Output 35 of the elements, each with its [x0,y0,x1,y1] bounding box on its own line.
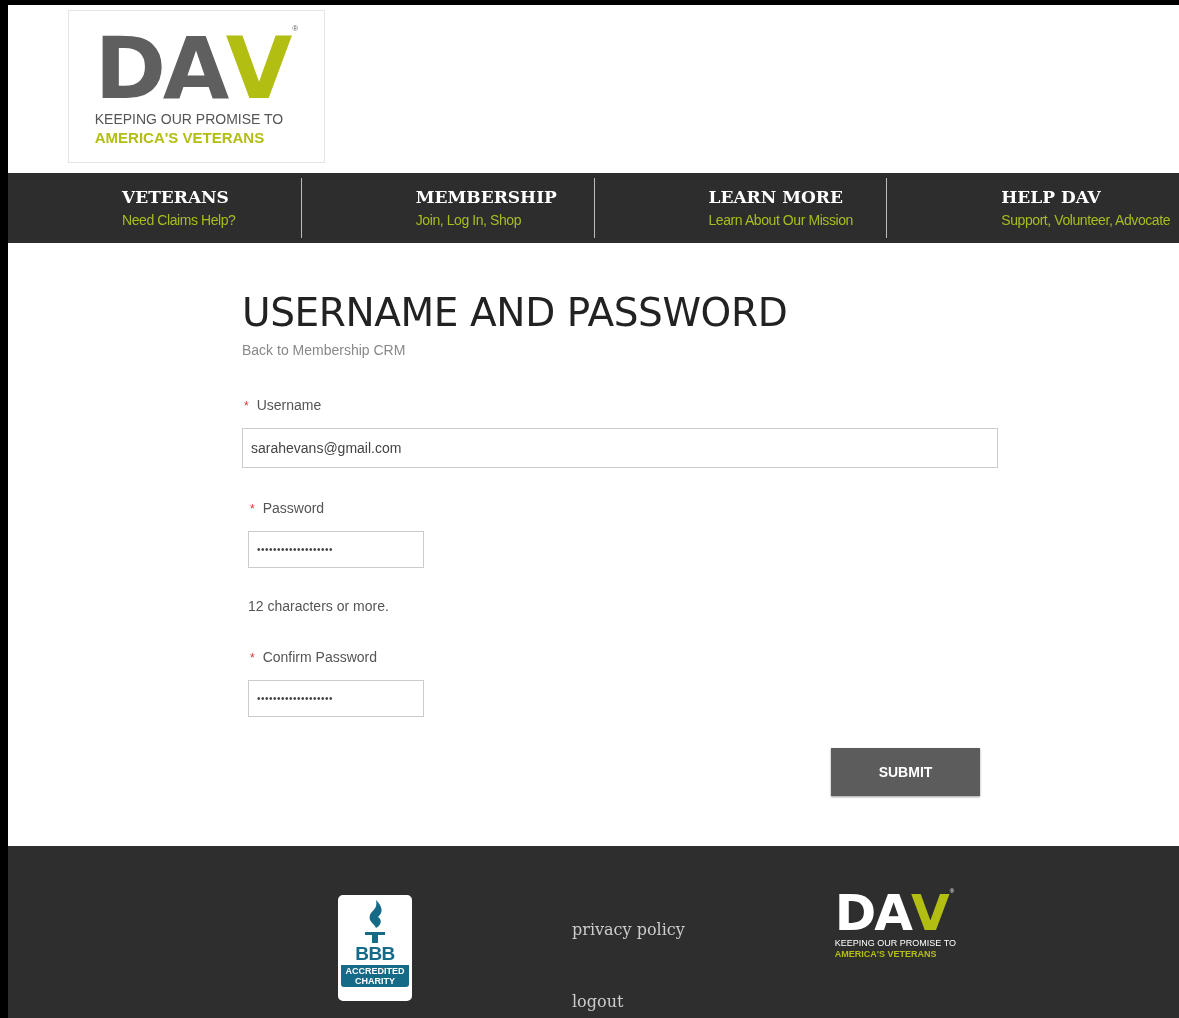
logo-tagline: KEEPING OUR PROMISE TO [834,938,956,950]
field-label: Password [262,499,325,518]
footer-link[interactable]: logout [572,990,685,1014]
required-mark: * [250,500,255,518]
bbb-letters: BBB [355,944,395,963]
flame-icon [362,898,388,944]
username-field[interactable]: sarahevans@gmail.com [242,428,998,468]
nav-title[interactable]: VETERANS [122,184,301,211]
accredited-label: ACCREDITED CHARITY [341,965,409,987]
nav-subtitle[interactable]: Need Claims Help? [122,210,301,232]
nav-title[interactable]: LEARN MORE [708,184,887,211]
nav-subtitle[interactable]: Learn About Our Mission [708,210,887,232]
nav-title[interactable]: MEMBERSHIP [415,184,594,211]
field-hint: 12 characters or more. [248,597,390,616]
logo-tagline: AMERICA'S VETERANS [834,949,937,961]
field-label: Confirm Password [262,648,378,667]
submit-button[interactable]: SUBMIT [831,748,980,796]
back-link[interactable]: Back to Membership CRM [242,340,1179,361]
logo-accent-letter: V [911,888,950,938]
field-label: Username [256,396,322,415]
logo-tagline: KEEPING OUR PROMISE TO [94,111,284,129]
logo-tagline: AMERICA'S VETERANS [94,128,265,148]
registered-mark: ® [292,25,299,34]
nav-title[interactable]: HELP DAV [1001,184,1179,211]
page-heading: USERNAME AND PASSWORD [242,293,789,332]
logo-panel[interactable]: DAV® KEEPING OUR PROMISE TO AMERICA'S VETERANS [68,10,325,163]
required-mark: * [244,397,249,415]
nav-subtitle[interactable]: Support, Volunteer, Advocate [1001,210,1179,232]
logo-letters: DA [834,888,911,938]
logo-letters: DA [94,25,226,112]
footer-link[interactable]: privacy policy [572,918,685,942]
required-mark: * [250,649,255,667]
password-field[interactable]: ••••••••••••••••••• [248,680,424,717]
nav-subtitle[interactable]: Join, Log In, Shop [415,210,594,232]
password-field[interactable]: ••••••••••••••••••• [248,531,424,568]
